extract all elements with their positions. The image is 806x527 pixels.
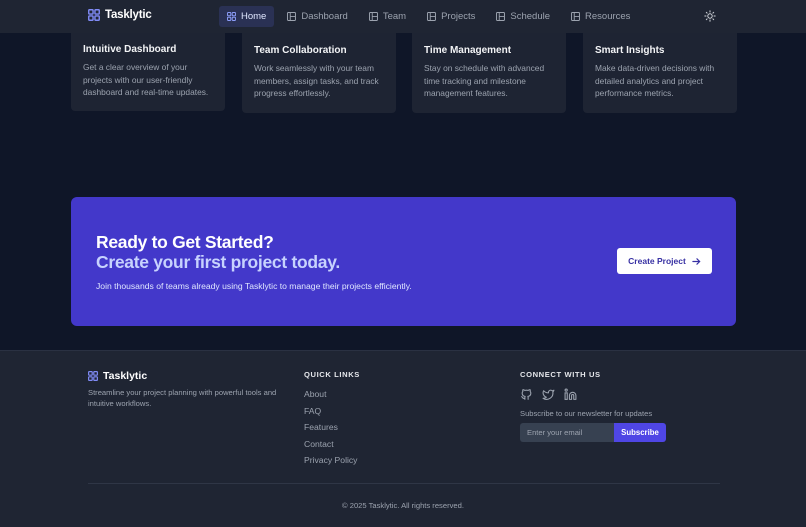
theme-toggle-button[interactable]	[703, 9, 717, 23]
desc-line: Work seamlessly with your team	[254, 63, 374, 73]
footer-link-about[interactable]: About	[304, 389, 357, 406]
top-navbar: Tasklytic Home Dashboard Team Projects S…	[0, 0, 806, 33]
social-links	[520, 388, 577, 401]
linkedin-link[interactable]	[564, 388, 577, 401]
brand-name: Tasklytic	[105, 9, 152, 21]
feature-description: Make data-driven decisions with detailed…	[595, 62, 725, 100]
sun-icon	[704, 10, 716, 22]
grid-logo-icon	[88, 371, 98, 381]
feature-card-collaboration: Team Collaboration Work seamlessly with …	[242, 25, 396, 113]
desc-line: detailed analytics and project	[595, 75, 704, 86]
footer-link-privacy[interactable]: Privacy Policy	[304, 455, 357, 472]
twitter-link[interactable]	[542, 388, 555, 401]
feature-description: Work seamlessly with your team members, …	[254, 62, 384, 100]
email-input[interactable]	[520, 423, 614, 442]
footer-link-features[interactable]: Features	[304, 422, 357, 439]
desc-line: performance metrics.	[595, 88, 674, 99]
footer-brand-name: Tasklytic	[103, 370, 148, 382]
feature-description: Get a clear overview of your projects wi…	[83, 61, 213, 99]
feature-title: Team Collaboration	[254, 45, 347, 56]
desc-line: progress effortlessly.	[254, 88, 331, 99]
layout-icon	[287, 12, 297, 21]
github-link[interactable]	[520, 388, 533, 401]
feature-card-time-management: Time Management Stay on schedule with ad…	[412, 25, 566, 113]
create-project-label: Create Project	[628, 256, 686, 266]
feature-title: Intuitive Dashboard	[83, 44, 177, 55]
nav-item-label: Home	[241, 11, 267, 22]
feature-description: Stay on schedule with advanced time trac…	[424, 62, 554, 100]
nav-item-label: Team	[382, 11, 407, 22]
nav-item-label: Schedule	[510, 11, 551, 22]
layout-icon	[571, 12, 580, 21]
desc-line: management features.	[424, 88, 508, 99]
connect-heading: CONNECT WITH US	[520, 370, 601, 379]
desc-line: Get a clear overview of your	[83, 62, 188, 72]
layout-icon	[496, 12, 506, 21]
linkedin-icon	[564, 388, 577, 400]
tagline-line: intuitive workflows.	[88, 398, 152, 408]
newsletter-text: Subscribe to our newsletter for updates	[520, 409, 653, 418]
twitter-icon	[542, 389, 555, 400]
feature-title: Smart Insights	[595, 45, 665, 56]
nav-item-team[interactable]: Team	[361, 6, 414, 27]
grid-logo-icon	[88, 9, 100, 21]
tagline-line: Streamline your project planning with po…	[88, 388, 277, 397]
nav-item-resources[interactable]: Resources	[563, 6, 638, 27]
nav-links: Home Dashboard Team Projects Schedule Re…	[219, 6, 643, 27]
desc-line: projects with our user-friendly	[83, 74, 193, 85]
nav-item-schedule[interactable]: Schedule	[488, 6, 558, 27]
nav-item-dashboard[interactable]: Dashboard	[279, 6, 355, 27]
desc-line: Make data-driven decisions with	[595, 63, 715, 73]
feature-card-insights: Smart Insights Make data-driven decision…	[583, 25, 737, 113]
feature-title: Time Management	[424, 45, 512, 56]
create-project-button[interactable]: Create Project	[617, 248, 712, 274]
nav-item-projects[interactable]: Projects	[419, 6, 483, 27]
nav-item-label: Dashboard	[301, 11, 348, 22]
layout-icon	[368, 12, 378, 21]
footer-tagline: Streamline your project planning with po…	[88, 388, 288, 409]
layout-icon	[427, 12, 437, 21]
cta-text: Join thousands of teams already using Ta…	[96, 281, 412, 291]
desc-line: members, assign tasks, and track	[254, 75, 379, 86]
site-footer: Tasklytic Streamline your project planni…	[0, 350, 806, 527]
footer-brand[interactable]: Tasklytic	[88, 370, 147, 382]
arrow-right-icon	[692, 257, 701, 265]
footer-divider	[88, 483, 720, 484]
desc-line: time tracking and milestone	[424, 75, 526, 86]
nav-item-home[interactable]: Home	[219, 6, 275, 27]
copyright-text: © 2025 Tasklytic. All rights reserved.	[342, 501, 464, 510]
desc-line: dashboard and real-time updates.	[83, 87, 209, 98]
desc-line: Stay on schedule with advanced	[424, 63, 545, 73]
quick-links-list: About FAQ Features Contact Privacy Polic…	[304, 389, 357, 472]
subscribe-button[interactable]: Subscribe	[614, 423, 666, 442]
cta-heading: Ready to Get Started?	[96, 232, 274, 252]
nav-item-label: Resources	[585, 11, 631, 22]
nav-item-label: Projects	[441, 11, 476, 22]
github-icon	[521, 389, 532, 400]
grid-icon	[227, 12, 236, 21]
quick-links-heading: QUICK LINKS	[304, 370, 360, 379]
brand-logo[interactable]: Tasklytic	[88, 9, 152, 21]
feature-card-dashboard: Intuitive Dashboard Get a clear overview…	[71, 25, 225, 111]
cta-subheading: Create your first project today.	[96, 252, 340, 272]
footer-link-contact[interactable]: Contact	[304, 439, 357, 456]
footer-link-faq[interactable]: FAQ	[304, 406, 357, 423]
cta-banner: Ready to Get Started? Create your first …	[71, 197, 736, 326]
